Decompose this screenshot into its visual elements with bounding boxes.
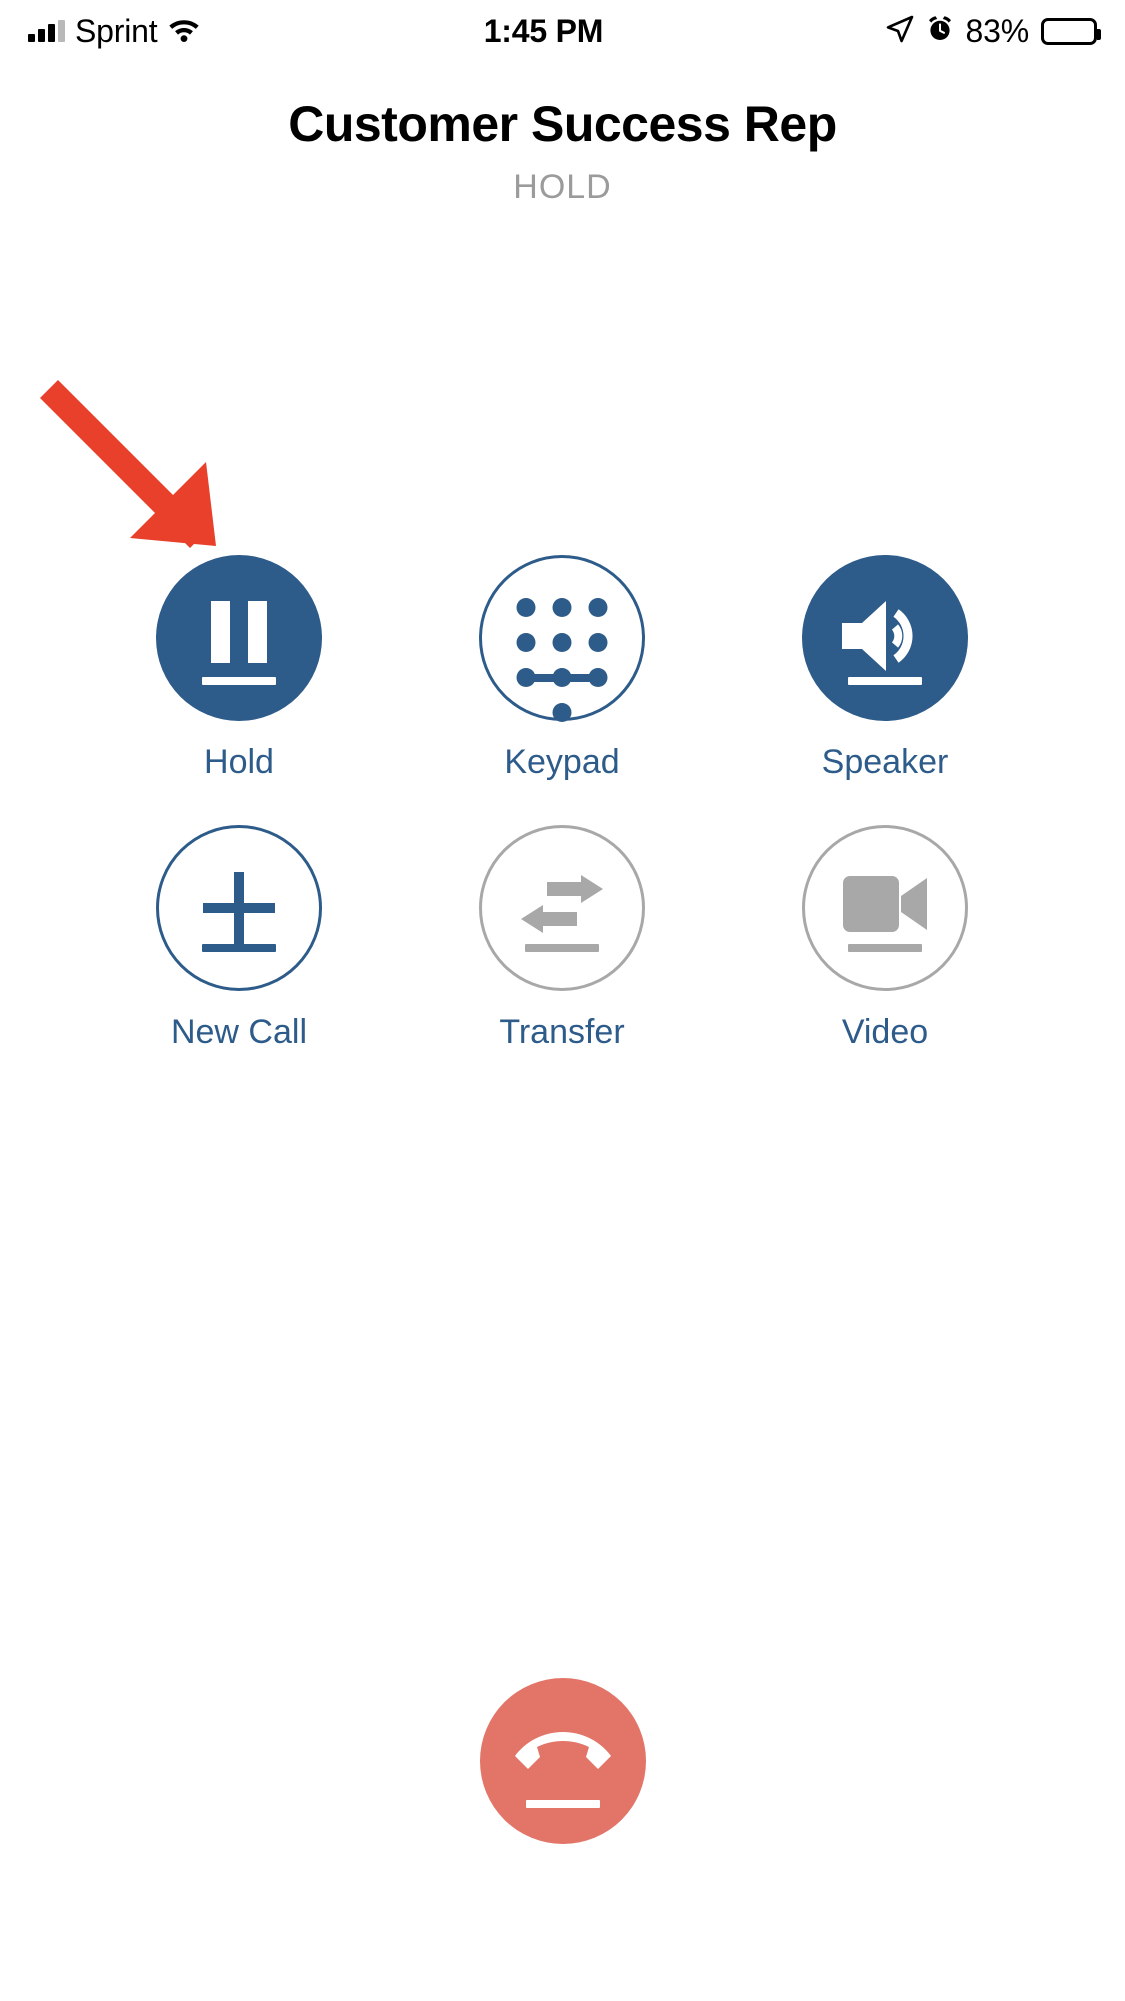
- caller-name: Customer Success Rep: [288, 96, 837, 152]
- keypad-icon: [516, 598, 608, 722]
- action-label-speaker: Speaker: [821, 743, 949, 781]
- new-call-underline-bar: [202, 944, 276, 952]
- hold-underline-bar: [202, 677, 276, 685]
- action-label-video: Video: [841, 1013, 929, 1051]
- location-arrow-icon: [886, 15, 914, 48]
- action-video[interactable]: Video: [770, 825, 1000, 1052]
- action-label-transfer: Transfer: [499, 1013, 625, 1051]
- plus-icon: [203, 872, 275, 944]
- annotation-arrow-icon: [30, 370, 250, 585]
- clock-label: 1:45 PM: [483, 12, 604, 49]
- alarm-clock-icon: [926, 15, 954, 48]
- speaker-underline-bar: [848, 677, 922, 685]
- video-button[interactable]: [802, 825, 968, 991]
- end-call-area: [0, 1678, 1125, 1844]
- wifi-icon: [167, 16, 201, 47]
- end-call-button[interactable]: [479, 1678, 646, 1844]
- hold-button[interactable]: [156, 555, 322, 721]
- transfer-icon: [519, 874, 605, 941]
- battery-percent-label: 83%: [965, 12, 1030, 49]
- transfer-button[interactable]: [479, 825, 645, 991]
- action-label-hold: Hold: [204, 743, 274, 781]
- transfer-underline-bar: [525, 944, 599, 952]
- hangup-phone-icon: [513, 1730, 613, 1785]
- call-status-label: HOLD: [513, 168, 612, 206]
- action-new-call[interactable]: New Call: [124, 825, 354, 1052]
- speaker-button[interactable]: [802, 555, 968, 721]
- new-call-button[interactable]: [156, 825, 322, 991]
- end-call-underline-bar: [525, 1800, 600, 1808]
- action-speaker[interactable]: Speaker: [770, 555, 1000, 782]
- keypad-underline-bar: [525, 674, 599, 682]
- video-camera-icon: [843, 876, 927, 937]
- action-keypad[interactable]: Keypad: [447, 555, 677, 782]
- action-hold[interactable]: Hold: [124, 555, 354, 782]
- battery-icon: [1041, 17, 1101, 45]
- signal-bars-icon: [28, 20, 65, 42]
- speaker-icon: [840, 599, 930, 678]
- status-bar-center: 1:45 PM: [201, 13, 885, 50]
- action-transfer[interactable]: Transfer: [447, 825, 677, 1052]
- status-bar-left: Sprint: [28, 13, 201, 50]
- keypad-button[interactable]: [479, 555, 645, 722]
- call-header: Customer Success Rep HOLD: [0, 96, 1125, 207]
- status-bar-right: 83%: [886, 12, 1101, 50]
- pause-icon: [211, 601, 267, 663]
- carrier-label: Sprint: [75, 12, 158, 49]
- video-underline-bar: [848, 944, 922, 952]
- status-bar: Sprint 1:45 PM 83%: [0, 0, 1125, 62]
- action-label-keypad: Keypad: [504, 743, 620, 781]
- action-label-new-call: New Call: [170, 1013, 308, 1051]
- call-screen: Sprint 1:45 PM 83% Customer Success Rep …: [0, 0, 1125, 2001]
